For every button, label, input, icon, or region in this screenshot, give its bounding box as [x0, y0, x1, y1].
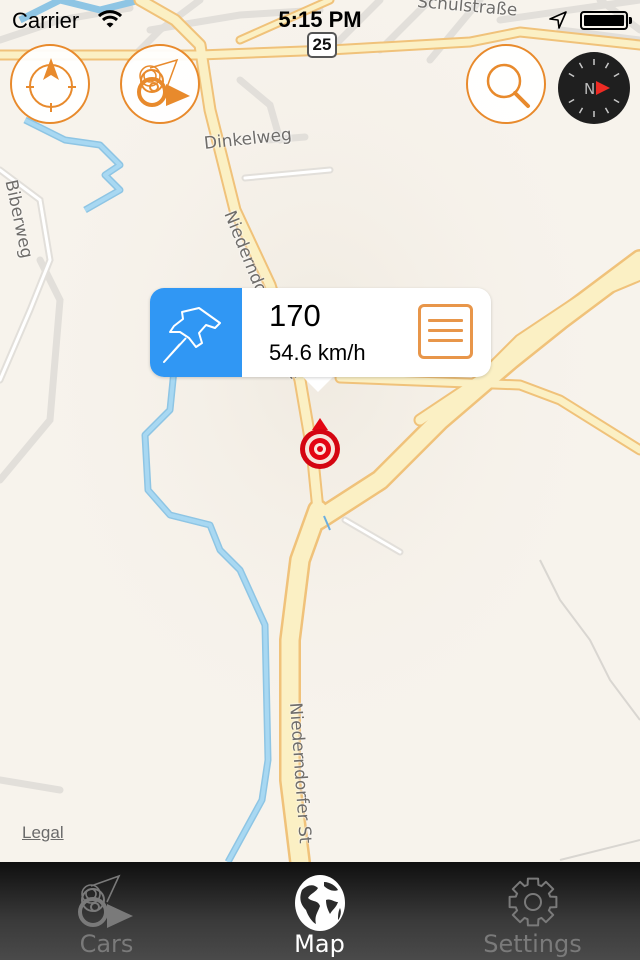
crosshair-location-icon: [26, 58, 76, 112]
clock: 5:15 PM: [278, 7, 362, 32]
compass-tick: [613, 98, 620, 104]
locate-me-button[interactable]: [10, 44, 90, 124]
battery-icon: [580, 11, 628, 30]
compass-heading-label: N: [584, 80, 595, 98]
tab-map[interactable]: Map: [213, 862, 426, 960]
callout-speed: 54.6 km/h: [269, 340, 366, 365]
compass-tick: [578, 107, 584, 114]
list-icon-line: [428, 319, 463, 322]
compass-tick: [613, 72, 620, 78]
globe-icon: [294, 875, 345, 931]
tab-cars-label: Cars: [79, 930, 134, 958]
compass-tick: [604, 62, 610, 69]
compass-tick: [568, 72, 575, 78]
cars-icon: [77, 874, 133, 928]
legal-link[interactable]: Legal: [22, 823, 64, 843]
list-icon-line: [428, 339, 463, 342]
callout-title: 170: [269, 298, 321, 333]
gear-icon: [508, 877, 557, 927]
cars-pin-icon: [137, 58, 190, 107]
car-callout[interactable]: 170 54.6 km/h: [150, 288, 491, 377]
compass-tick: [578, 62, 584, 69]
search-button[interactable]: [466, 44, 546, 124]
pushpin-icon: [163, 307, 221, 363]
compass-needle: [596, 81, 610, 95]
status-bar: Carrier 5:15 PM: [0, 0, 640, 40]
pin-car-button[interactable]: [150, 288, 242, 377]
compass-tick: [568, 98, 575, 104]
details-list-button[interactable]: [418, 304, 473, 359]
car-location-marker[interactable]: [298, 418, 342, 475]
cars-overview-button[interactable]: [120, 44, 200, 124]
tab-cars[interactable]: Cars: [0, 862, 213, 960]
search-icon: [486, 63, 530, 108]
gear-outline: [508, 877, 557, 927]
list-icon-line: [428, 329, 463, 332]
tab-settings-label: Settings: [483, 930, 582, 958]
target-marker-icon: [300, 418, 340, 469]
compass-icon: N: [568, 59, 620, 117]
tab-settings[interactable]: Settings: [426, 862, 639, 960]
compass-button[interactable]: N: [558, 52, 630, 124]
compass-tick: [604, 107, 610, 114]
location-arrow-icon: [548, 10, 568, 35]
battery-tip: [629, 17, 632, 24]
tab-bar: Cars Map Settings: [0, 862, 640, 960]
tab-map-label: Map: [294, 930, 345, 958]
